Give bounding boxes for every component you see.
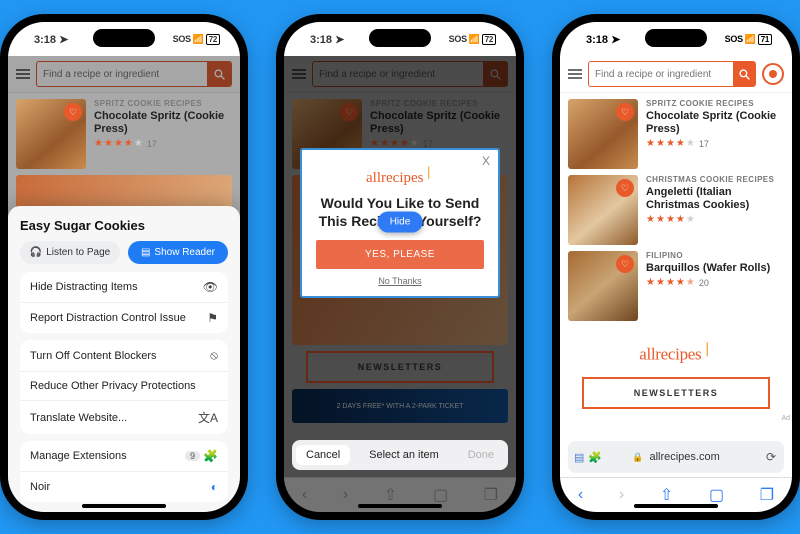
ad-tag: Ad xyxy=(781,415,790,422)
translate[interactable]: Translate Website...文A xyxy=(20,401,228,434)
sheet-title: Easy Sugar Cookies xyxy=(20,218,228,233)
lock-icon: 🔒 xyxy=(632,452,643,463)
heart-icon[interactable]: ♡ xyxy=(616,255,634,273)
forward-icon[interactable]: › xyxy=(619,486,624,504)
content-scroll[interactable]: ♡ SPRITZ COOKIE RECIPES Chocolate Spritz… xyxy=(560,93,792,441)
recipe-card[interactable]: ♡ SPRITZ COOKIE RECIPES Chocolate Spritz… xyxy=(16,99,232,169)
hide-badge[interactable]: Hide xyxy=(378,211,423,232)
yes-button[interactable]: YES, PLEASE xyxy=(316,240,484,269)
brand-logo: allrecipes❘ xyxy=(560,327,792,371)
eye-icon: 👁 xyxy=(203,280,218,294)
reader-icon: ▤ xyxy=(141,247,150,258)
recipe-card[interactable]: ♡ CHRISTMAS COOKIE RECIPES Angeletti (It… xyxy=(568,175,784,245)
url-text: allrecipes.com xyxy=(649,451,719,463)
privacy-protections[interactable]: Reduce Other Privacy Protections xyxy=(20,372,228,401)
listen-button[interactable]: 🎧Listen to Page xyxy=(20,241,120,264)
bookmarks-icon[interactable]: ▢ xyxy=(709,485,724,505)
page-menu-sheet: Easy Sugar Cookies 🎧Listen to Page ▤Show… xyxy=(8,206,240,512)
brand-logo: allrecipes❘ xyxy=(316,164,484,187)
dynamic-island xyxy=(645,29,707,47)
show-reader-button[interactable]: ▤Show Reader xyxy=(128,241,228,264)
dynamic-island xyxy=(369,29,431,47)
extension-icon: 🧩 xyxy=(203,449,218,463)
done-button[interactable]: Done xyxy=(458,445,504,465)
noir-extension[interactable]: Noir◐ xyxy=(20,472,228,502)
status-right: SOS xyxy=(173,34,191,44)
share-icon[interactable]: ⇧ xyxy=(660,485,673,505)
home-indicator[interactable] xyxy=(358,504,442,508)
url-bar[interactable]: ▤ 🧩 🔒 allrecipes.com ⟳ xyxy=(568,441,784,473)
cancel-button[interactable]: Cancel xyxy=(296,445,350,465)
search-button[interactable] xyxy=(207,62,231,86)
heart-icon[interactable]: ♡ xyxy=(616,179,634,197)
newsletter-popup: X allrecipes❘ Would You Like to Send Thi… xyxy=(300,148,500,298)
heart-icon[interactable]: ♡ xyxy=(64,103,82,121)
recipe-card[interactable]: ♡ SPRITZ COOKIE RECIPES Chocolate Spritz… xyxy=(568,99,784,169)
search-bar[interactable] xyxy=(588,61,756,87)
translate-icon: 文A xyxy=(198,409,218,426)
home-indicator[interactable] xyxy=(82,504,166,508)
burger-icon[interactable] xyxy=(568,67,582,81)
search-input[interactable] xyxy=(589,62,733,86)
search-bar[interactable] xyxy=(36,61,232,87)
block-icon: ⦸ xyxy=(210,348,218,363)
tabs-icon[interactable]: ❐ xyxy=(760,485,774,505)
headphones-icon: 🎧 xyxy=(30,247,42,258)
rating: ★★★★★17 xyxy=(94,139,232,149)
puzzle-icon[interactable]: 🧩 xyxy=(588,451,602,464)
recipe-card[interactable]: ♡ FILIPINO Barquillos (Wafer Rolls) ★★★★… xyxy=(568,251,784,321)
close-icon[interactable]: X xyxy=(482,154,490,168)
home-indicator[interactable] xyxy=(634,504,718,508)
search-button[interactable] xyxy=(733,62,755,86)
burger-icon[interactable] xyxy=(16,67,30,81)
phone-reader-menu: 3:18 ➤ SOS 📶 72 ♡ SPRITZ COOKIE RECIPES … xyxy=(0,14,248,520)
phone-clean-view: 3:18 ➤ SOS 📶 71 ♡ SPRITZ COOKIE RECIPES … xyxy=(552,14,800,520)
dynamic-island xyxy=(93,29,155,47)
profile-avatar[interactable] xyxy=(762,63,784,85)
phone-hide-overlay: 3:18 ➤ SOS 📶 72 ♡ SPRITZ COOKIE RECIPES … xyxy=(276,14,524,520)
manage-extensions[interactable]: Manage Extensions9 🧩 xyxy=(20,441,228,472)
select-action-bar: Cancel Select an item Done xyxy=(292,440,508,470)
recipe-breadcrumb: SPRITZ COOKIE RECIPES xyxy=(94,99,232,108)
report-icon: ⚑ xyxy=(207,311,218,325)
reader-indicator-icon[interactable]: ▤ xyxy=(574,451,584,464)
noir-icon: ◐ xyxy=(211,480,218,494)
select-label: Select an item xyxy=(369,449,439,461)
newsletters-button[interactable]: NEWSLETTERS xyxy=(582,377,770,409)
recipe-title: Chocolate Spritz (Cookie Press) xyxy=(94,110,232,136)
recipe-thumb: ♡ xyxy=(16,99,86,169)
content-blockers[interactable]: Turn Off Content Blockers⦸ xyxy=(20,340,228,372)
search-input[interactable] xyxy=(37,62,207,86)
report-distraction[interactable]: Report Distraction Control Issue⚑ xyxy=(20,303,228,333)
app-header xyxy=(560,56,792,93)
font-row: ▥ A A ••• xyxy=(20,509,228,512)
back-icon[interactable]: ‹ xyxy=(578,486,583,504)
refresh-icon[interactable]: ⟳ xyxy=(766,450,776,464)
app-header xyxy=(8,56,240,93)
no-thanks-link[interactable]: No Thanks xyxy=(316,276,484,286)
status-time: 3:18 xyxy=(34,34,56,46)
hide-distracting[interactable]: Hide Distracting Items👁 xyxy=(20,272,228,303)
heart-icon[interactable]: ♡ xyxy=(616,103,634,121)
